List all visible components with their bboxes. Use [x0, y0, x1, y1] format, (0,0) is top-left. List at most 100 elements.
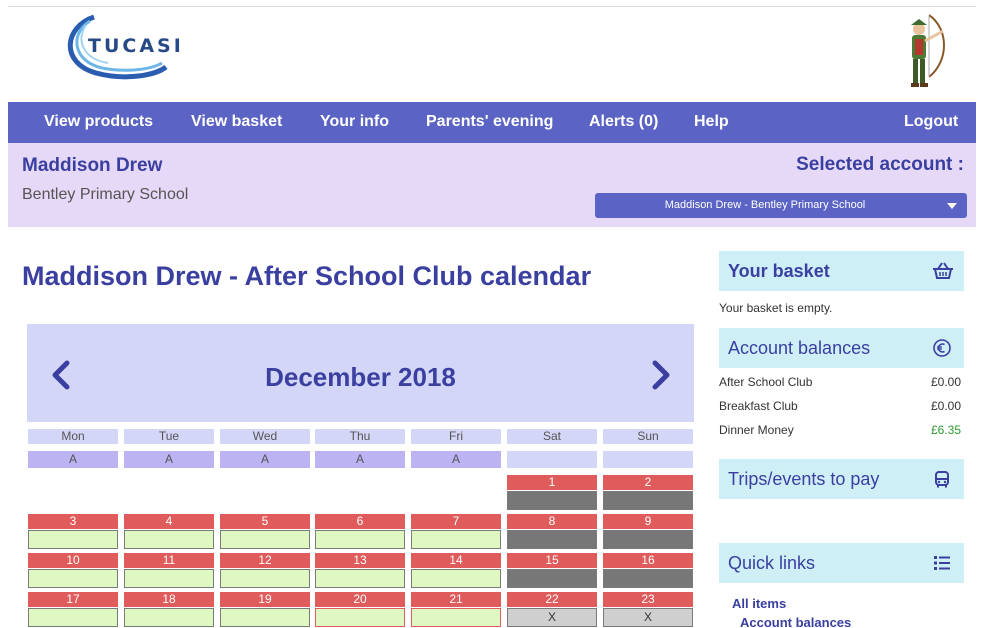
day-slot[interactable] [28, 569, 118, 588]
day-slot[interactable] [220, 569, 310, 588]
day-slot [603, 569, 693, 588]
calendar-day: 3 [28, 514, 118, 552]
availability-sun [603, 451, 693, 468]
day-number: 22 [507, 592, 597, 607]
account-name: Maddison Drew [22, 155, 163, 176]
calendar-day: 16 [603, 553, 693, 591]
bus-icon [932, 469, 952, 489]
day-number: 8 [507, 514, 597, 529]
page-title: Maddison Drew - After School Club calend… [22, 261, 592, 291]
availability-sat [507, 451, 597, 468]
day-slot[interactable] [315, 530, 405, 549]
day-number: 15 [507, 553, 597, 568]
day-slot: X [603, 608, 693, 627]
calendar-day: 19 [220, 592, 310, 628]
account-select-value: Maddison Drew - Bentley Primary School [664, 199, 866, 211]
month-title: December 2018 [265, 362, 456, 392]
basket-panel-header[interactable]: Your basket [719, 251, 964, 291]
day-number: 19 [220, 592, 310, 607]
day-slot[interactable] [315, 608, 405, 627]
day-number: 23 [603, 592, 693, 607]
basket-empty-text: Your basket is empty. [719, 301, 833, 315]
chevron-right-icon [652, 360, 670, 390]
month-panel: December 2018 [27, 324, 694, 422]
day-number: 17 [28, 592, 118, 607]
day-slot[interactable] [220, 608, 310, 627]
balance-amount: £6.35 [930, 423, 961, 437]
next-month-button[interactable] [645, 358, 675, 392]
day-slot[interactable] [411, 530, 501, 549]
day-slot [507, 530, 597, 549]
nav-your-info[interactable]: Your info [320, 113, 389, 131]
day-slot[interactable] [411, 569, 501, 588]
calendar-day: 11 [124, 553, 214, 591]
nav-help[interactable]: Help [694, 113, 729, 131]
nav-parents-evening[interactable]: Parents' evening [426, 113, 553, 131]
calendar-day: 9 [603, 514, 693, 552]
calendar-day: 17 [28, 592, 118, 628]
balances-panel-header[interactable]: Account balances [719, 328, 964, 368]
balance-row: Dinner Money £6.35 [719, 423, 961, 437]
day-number: 12 [220, 553, 310, 568]
day-slot[interactable] [28, 608, 118, 627]
calendar-day: 23 X [603, 592, 693, 628]
nav-logout[interactable]: Logout [904, 113, 958, 131]
day-slot[interactable] [124, 569, 214, 588]
quick-link-account-balances[interactable]: Account balances [740, 615, 851, 628]
nav-view-products[interactable]: View products [44, 113, 153, 131]
tucasi-logo[interactable]: TUCASI [56, 13, 186, 83]
day-slot[interactable] [220, 530, 310, 549]
account-bar: Maddison Drew Bentley Primary School Sel… [8, 143, 976, 227]
day-number: 14 [411, 553, 501, 568]
account-select[interactable]: Maddison Drew - Bentley Primary School [595, 193, 967, 218]
caret-down-icon [947, 203, 957, 209]
trips-panel-header[interactable]: Trips/events to pay [719, 459, 964, 499]
day-slot [507, 569, 597, 588]
quick-link-all-items[interactable]: All items [732, 596, 786, 611]
calendar-day: 13 [315, 553, 405, 591]
availability-thu: A [315, 451, 405, 468]
calendar-day: 4 [124, 514, 214, 552]
calendar-day: 6 [315, 514, 405, 552]
calendar-day: 10 [28, 553, 118, 591]
calendar-day: 21 [411, 592, 501, 628]
selected-account-label: Selected account : [796, 154, 964, 175]
dow-sat: Sat [507, 429, 597, 444]
balance-amount: £0.00 [930, 375, 961, 389]
day-number: 21 [411, 592, 501, 607]
quick-links-panel-header[interactable]: Quick links [719, 543, 964, 583]
balance-name: Dinner Money [719, 423, 794, 437]
euro-icon [932, 338, 952, 358]
day-number: 18 [124, 592, 214, 607]
balance-row: Breakfast Club £0.00 [719, 399, 961, 413]
calendar-day: 15 [507, 553, 597, 591]
day-slot[interactable] [28, 530, 118, 549]
availability-wed: A [220, 451, 310, 468]
nav-alerts[interactable]: Alerts (0) [589, 113, 658, 131]
day-slot[interactable] [315, 569, 405, 588]
day-number: 3 [28, 514, 118, 529]
calendar-day: 20 [315, 592, 405, 628]
dow-thu: Thu [315, 429, 405, 444]
day-number: 10 [28, 553, 118, 568]
calendar-day: 5 [220, 514, 310, 552]
day-slot [507, 491, 597, 510]
calendar-day: 18 [124, 592, 214, 628]
day-number: 5 [220, 514, 310, 529]
availability-mon: A [28, 451, 118, 468]
nav-view-basket[interactable]: View basket [191, 113, 282, 131]
availability-tue: A [124, 451, 214, 468]
basket-icon [932, 261, 953, 281]
day-number: 11 [124, 553, 214, 568]
calendar-day: 22 X [507, 592, 597, 628]
day-slot[interactable] [124, 530, 214, 549]
calendar-day: 12 [220, 553, 310, 591]
site-header: TUCASI [8, 6, 976, 102]
day-slot[interactable] [124, 608, 214, 627]
day-slot [603, 530, 693, 549]
balance-name: Breakfast Club [719, 399, 798, 413]
balance-row: After School Club £0.00 [719, 375, 961, 389]
trips-title: Trips/events to pay [728, 469, 880, 489]
day-slot[interactable] [411, 608, 501, 627]
balances-title: Account balances [728, 338, 871, 358]
